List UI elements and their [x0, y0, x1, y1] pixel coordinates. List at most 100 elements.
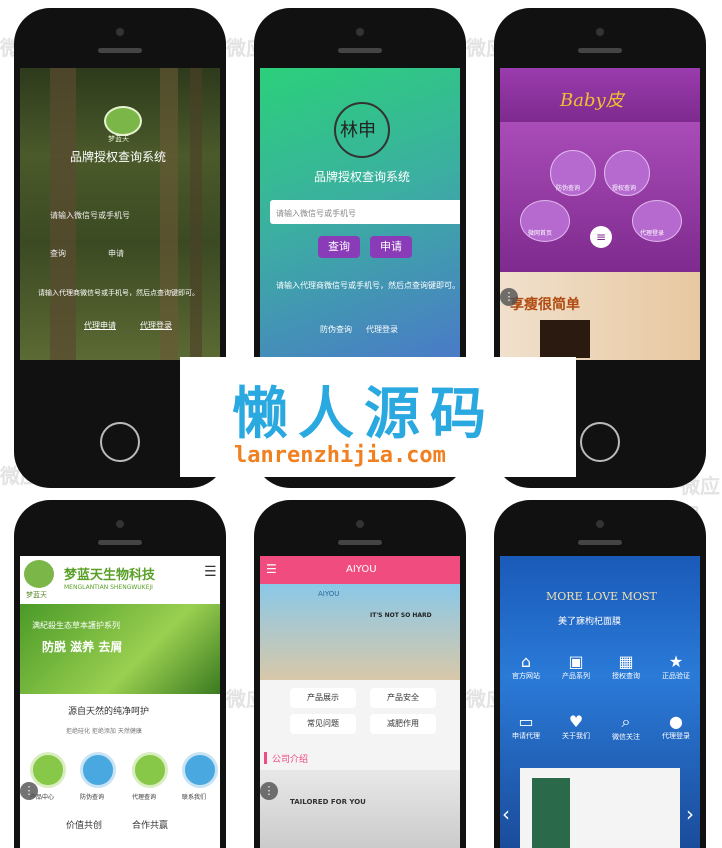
- nav-faq[interactable]: 常见问题: [290, 714, 356, 734]
- banner-url: lanrenzhijia.com: [234, 443, 446, 468]
- speaker: [578, 48, 622, 53]
- hamburger-icon[interactable]: ☰: [204, 564, 217, 580]
- speaker: [98, 48, 142, 53]
- grid-label: 正品验证: [662, 672, 690, 680]
- logo-text: 梦蓝天: [26, 591, 47, 599]
- footer-left[interactable]: 价值共创: [66, 818, 102, 831]
- grid-label: 申请代理: [512, 732, 540, 740]
- brand-subtitle: 美了寐枸杞面膜: [558, 617, 622, 627]
- link-agent-login[interactable]: 代理登录: [366, 324, 398, 335]
- phone-mockup-5: ☰ AIYOU AIYOU IT'S NOT SO HARD 产品展示 产品安全…: [254, 500, 466, 848]
- bottom-ad[interactable]: [260, 770, 460, 848]
- home-button[interactable]: [100, 422, 140, 462]
- product-box: [540, 320, 590, 358]
- speaker: [578, 540, 622, 545]
- hamburger-icon[interactable]: ☰: [266, 562, 277, 576]
- query-button[interactable]: 查询: [318, 236, 360, 258]
- petal-menu: [500, 122, 700, 272]
- phone3-screen: Baby皮 防伪查询 授权查询 微网首页 代理登录 ≡ 享瘦很简单 ⋮: [500, 68, 700, 360]
- product-box: [532, 778, 570, 848]
- verify-icon[interactable]: ★ 正品验证: [658, 652, 694, 681]
- tags: 拒绝硅化 拒绝添加 天然健康: [66, 728, 142, 735]
- icon-label: 代理查询: [132, 794, 157, 801]
- home-button[interactable]: [580, 422, 620, 462]
- query-button[interactable]: 查询: [50, 248, 66, 259]
- menu-center-icon[interactable]: ≡: [590, 226, 612, 248]
- speaker: [338, 48, 382, 53]
- bottom-ad-text: TAILORED FOR YOU: [290, 798, 366, 806]
- anti-fake-icon[interactable]: [80, 752, 116, 788]
- search-input[interactable]: 请输入微信号或手机号: [50, 210, 130, 221]
- wechat-follow-icon[interactable]: ⌕ 微信关注: [608, 712, 644, 742]
- grid-label: 官方网站: [512, 672, 540, 680]
- slogan: 源自天然的纯净呵护: [68, 707, 150, 717]
- ad-text: IT'S NOT SO HARD: [370, 612, 432, 619]
- hint-text: 请输入代理商微信号或手机号，然后点查询键即可。: [38, 289, 199, 297]
- phone-mockup-4: 梦蓝天 梦蓝天生物科技 MENGLANTIAN SHENGWUKEJI ☰ 满紀…: [14, 500, 226, 848]
- apply-agent-icon[interactable]: ▭ 申请代理: [508, 712, 544, 741]
- camera: [596, 520, 604, 528]
- header-title: AIYOU: [346, 564, 377, 575]
- section-marker: [264, 752, 267, 764]
- about-us-icon[interactable]: ♥ 关于我们: [558, 712, 594, 741]
- agent-query-icon[interactable]: [132, 752, 168, 788]
- phone4-screen: 梦蓝天 梦蓝天生物科技 MENGLANTIAN SHENGWUKEJI ☰ 满紀…: [20, 556, 220, 848]
- official-site-icon[interactable]: ⌂ 官方网站: [508, 652, 544, 681]
- leaf-logo-icon: [104, 106, 142, 136]
- agent-login-icon[interactable]: ● 代理登录: [658, 712, 694, 741]
- more-menu-icon[interactable]: ⋮: [260, 782, 278, 800]
- carousel-next-icon[interactable]: ›: [686, 802, 694, 826]
- camera: [116, 28, 124, 36]
- petal-label: 防伪查询: [556, 185, 581, 192]
- page-title: 品牌授权查询系统: [314, 170, 411, 184]
- link-anti-fake[interactable]: 防伪查询: [320, 324, 352, 335]
- phone5-screen: ☰ AIYOU AIYOU IT'S NOT SO HARD 产品展示 产品安全…: [260, 556, 460, 848]
- apply-button[interactable]: 申请: [370, 236, 412, 258]
- grid-label: 授权查询: [612, 672, 640, 680]
- search-placeholder: 请输入微信号或手机号: [276, 209, 356, 218]
- product-series-icon[interactable]: ▣ 产品系列: [558, 652, 594, 681]
- carousel-prev-icon[interactable]: ‹: [502, 802, 510, 826]
- banner-title: 懒人源码: [232, 382, 496, 447]
- apply-button[interactable]: 申请: [108, 248, 124, 259]
- contact-us-icon[interactable]: [182, 752, 218, 788]
- petal-label: 微网首页: [528, 230, 553, 237]
- tree-trunk: [190, 68, 202, 360]
- hint-text: 请输入代理商微信号或手机号，然后点查询键即可。: [276, 281, 460, 290]
- camera: [356, 520, 364, 528]
- nav-effect[interactable]: 减肥作用: [370, 714, 436, 734]
- more-menu-icon[interactable]: ⋮: [500, 288, 518, 306]
- phone-mockup-6: MORE LOVE MOST 美了寐枸杞面膜 ⌂ 官方网站 ▣ 产品系列 ▦ 授权查询…: [494, 500, 706, 848]
- banner-text: 享瘦很简单: [510, 297, 580, 313]
- speaker: [338, 540, 382, 545]
- brand-subtitle: MENGLANTIAN SHENGWUKEJI: [64, 584, 153, 591]
- logo-text: 梦蓝天: [108, 135, 129, 143]
- more-menu-icon[interactable]: ⋮: [20, 782, 38, 800]
- grid-label: 微信关注: [612, 733, 640, 741]
- camera: [596, 28, 604, 36]
- nav-product-safety[interactable]: 产品安全: [370, 688, 436, 708]
- footer-right[interactable]: 合作共赢: [132, 818, 168, 831]
- slide-line2: 防脱 滋养 去屑: [42, 640, 123, 654]
- camera: [356, 28, 364, 36]
- phone2-screen: 林申 品牌授权查询系统 请输入微信号或手机号 查询 申请 请输入代理商微信号或手…: [260, 68, 460, 360]
- petal-label: 代理登录: [640, 230, 665, 237]
- camera: [116, 520, 124, 528]
- logo-glyph: 林申: [340, 120, 376, 141]
- product-center-icon[interactable]: [30, 752, 66, 788]
- section-title: 公司介绍: [272, 755, 309, 765]
- nav-product-show[interactable]: 产品展示: [290, 688, 356, 708]
- tree-trunk: [160, 68, 178, 360]
- link-agent-login[interactable]: 代理登录: [140, 320, 172, 331]
- petal-label: 授权查询: [612, 185, 637, 192]
- grid-label: 关于我们: [562, 732, 590, 740]
- icon-label: 防伪查询: [80, 794, 105, 801]
- grid-label: 代理登录: [662, 732, 690, 740]
- promo-banner[interactable]: [500, 272, 700, 360]
- auth-query-icon[interactable]: ▦ 授权查询: [608, 652, 644, 681]
- link-agent-apply[interactable]: 代理申请: [84, 320, 116, 331]
- hero-ad[interactable]: [260, 584, 460, 680]
- speaker: [98, 540, 142, 545]
- center-banner: 懒人源码 lanrenzhijia.com: [180, 357, 576, 477]
- icon-label: 联系我们: [182, 794, 207, 801]
